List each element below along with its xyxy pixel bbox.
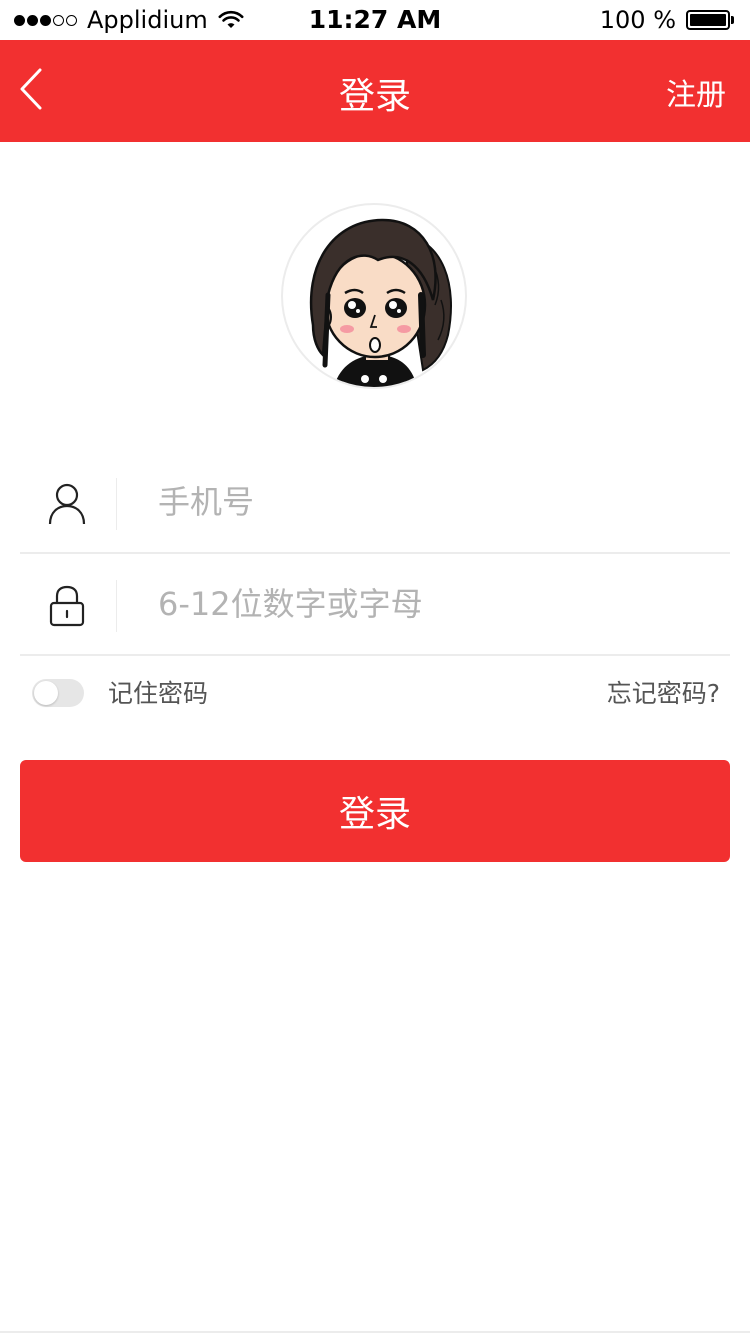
options-row: 记住密码 忘记密码? (20, 670, 730, 714)
page-title: 登录 (338, 76, 411, 117)
battery-percent: 100 % (599, 6, 676, 34)
forgot-password-link[interactable]: 忘记密码? (607, 674, 720, 710)
battery-icon (686, 9, 736, 31)
avatar (281, 203, 467, 389)
register-link[interactable]: 注册 (666, 70, 726, 114)
phone-row (20, 452, 730, 554)
lock-icon (49, 585, 85, 627)
remember-password-label: 记住密码 (108, 679, 209, 708)
row-divider (116, 478, 117, 530)
remember-password-toggle[interactable] (32, 679, 84, 707)
nav-bar: 登录 注册 (0, 40, 750, 142)
login-button[interactable]: 登录 (20, 760, 730, 862)
cartoon-girl-avatar-icon (309, 218, 452, 387)
row-divider (116, 580, 117, 632)
password-input[interactable] (156, 554, 716, 654)
phone-input[interactable] (156, 452, 716, 552)
status-bar-right: 100 % (600, 6, 736, 34)
status-bar: Applidium 11:27 AM 100 % (0, 0, 750, 40)
bottom-divider (0, 1331, 750, 1333)
password-row (20, 554, 730, 656)
user-icon (48, 483, 86, 525)
toggle-knob (34, 681, 58, 705)
